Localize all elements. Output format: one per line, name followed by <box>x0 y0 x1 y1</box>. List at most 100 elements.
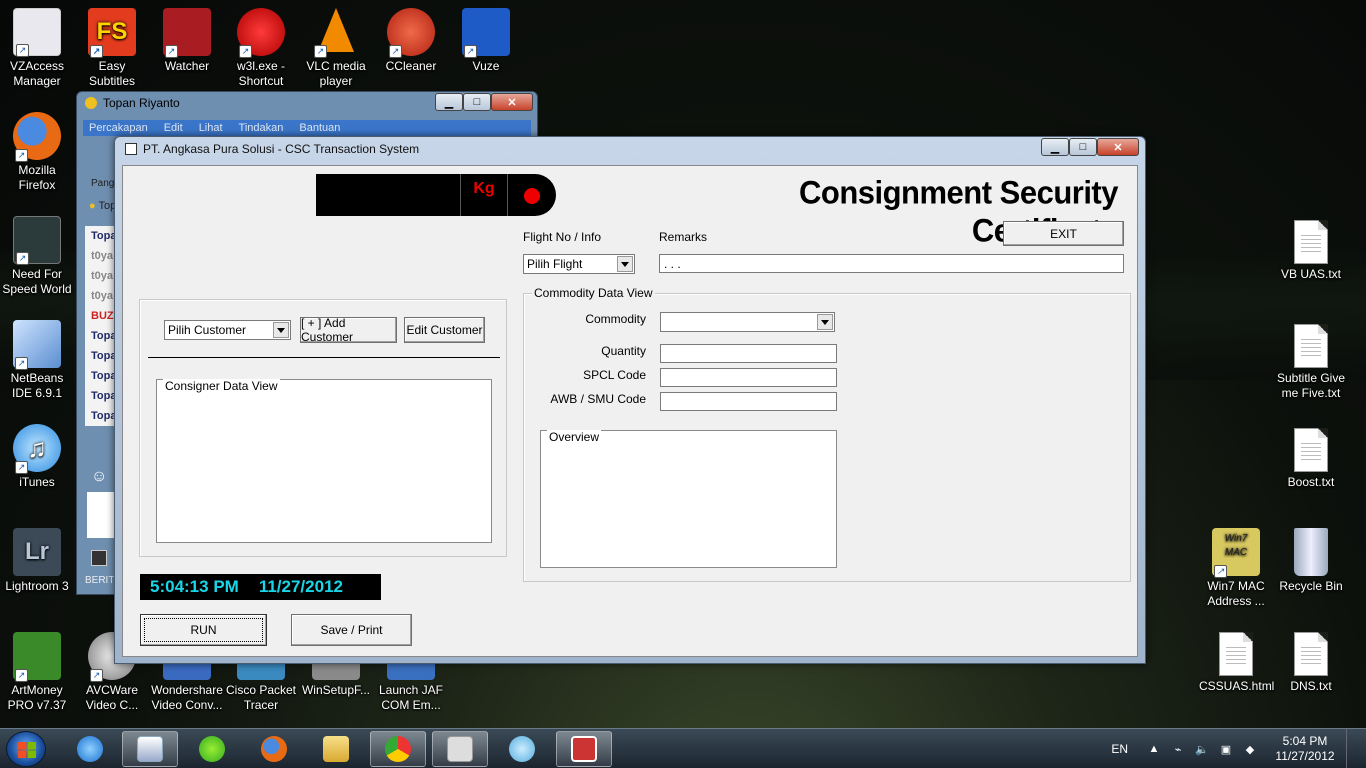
app-window-controls: ▁ □ ✕ <box>1041 138 1139 156</box>
minimize-button[interactable]: ▁ <box>1041 138 1069 156</box>
commodity-group-label: Commodity Data View <box>532 286 655 300</box>
volume-icon[interactable]: 🔈 <box>1195 742 1209 756</box>
tray-clock[interactable]: 5:04 PM 11/27/2012 <box>1270 734 1340 764</box>
desktop-icon-itunes[interactable]: ♫ ↗ iTunes <box>0 424 74 490</box>
taskbar-snipping-tool[interactable] <box>432 731 488 767</box>
desktop-icon-artmoney[interactable]: ↗ ArtMoney PRO v7.37 <box>0 632 74 713</box>
chat-input[interactable] <box>87 492 117 538</box>
usb-icon[interactable]: ⌁ <box>1171 742 1185 756</box>
desktop-file-boost[interactable]: Boost.txt <box>1274 428 1348 490</box>
icon-label: Watcher <box>164 59 210 73</box>
icon-label: CSSUAS.html <box>1199 679 1275 693</box>
taskbar-firefox[interactable] <box>246 731 302 767</box>
desktop-icon-w3l[interactable]: ↗ w3l.exe - Shortcut <box>224 8 298 89</box>
desktop-icon-easy-subtitles[interactable]: FS↗Easy Subtitles Synchronizer <box>75 8 149 104</box>
quantity-field[interactable] <box>660 344 837 363</box>
menu-lihat[interactable]: Lihat <box>199 122 223 134</box>
messenger-icon <box>85 97 97 109</box>
desktop-icon-vzaccess[interactable]: ↗ VZAccess Manager <box>0 8 74 89</box>
taskbar-media-player[interactable] <box>122 731 178 767</box>
chat-footer: BERIT <box>85 575 115 586</box>
flight-select[interactable]: Pilih Flight <box>523 254 635 274</box>
netbeans-cube-icon: ↗ <box>13 320 61 370</box>
csc-app-window[interactable]: PT. Angkasa Pura Solusi - CSC Transactio… <box>114 136 1146 664</box>
vlc-cone-icon: ↗ <box>312 8 360 58</box>
desktop-icon-watcher[interactable]: ↗ Watcher <box>150 8 224 74</box>
menu-tindakan[interactable]: Tindakan <box>239 122 284 134</box>
menu-edit[interactable]: Edit <box>164 122 183 134</box>
desktop-file-cssuas[interactable]: CSSUAS.html <box>1199 632 1275 694</box>
chevron-down-icon[interactable] <box>273 322 289 338</box>
icon-label: VLC media player <box>306 59 366 88</box>
nfs-icon: ↗ <box>13 216 61 265</box>
app-title: PT. Angkasa Pura Solusi - CSC Transactio… <box>143 142 420 156</box>
show-hidden-icons-icon[interactable]: ▲ <box>1147 742 1161 756</box>
desktop-icon-vuze[interactable]: ↗ Vuze <box>449 8 523 74</box>
chevron-down-icon[interactable] <box>817 314 833 330</box>
desktop-file-dns[interactable]: DNS.txt <box>1274 632 1348 694</box>
run-button[interactable]: RUN <box>140 614 267 646</box>
emoticon-icon[interactable]: ☺ <box>91 468 107 486</box>
taskbar-cut-the-rope[interactable] <box>184 731 240 767</box>
messenger-icon <box>509 736 535 762</box>
maximize-button[interactable]: □ <box>1069 138 1097 156</box>
icon-label: iTunes <box>19 475 55 489</box>
remarks-field[interactable]: . . . <box>659 254 1124 273</box>
media-icon[interactable] <box>91 550 107 566</box>
menu-bantuan[interactable]: Bantuan <box>299 122 340 134</box>
desktop-file-vb-uas[interactable]: VB UAS.txt <box>1274 220 1348 282</box>
commodity-select[interactable] <box>660 312 835 332</box>
app-titlebar[interactable]: PT. Angkasa Pura Solusi - CSC Transactio… <box>115 137 1145 161</box>
save-print-button[interactable]: Save / Print <box>291 614 412 646</box>
close-button[interactable]: ✕ <box>491 93 533 111</box>
exit-button[interactable]: EXIT <box>1003 221 1124 246</box>
show-desktop-button[interactable] <box>1346 729 1356 768</box>
desktop-icon-nfs-world[interactable]: ↗ Need For Speed World <box>0 216 74 297</box>
taskbar-internet-explorer[interactable] <box>62 731 118 767</box>
menu-percakapan[interactable]: Percakapan <box>89 122 148 134</box>
chrome-icon <box>385 736 411 762</box>
icon-label: Boost.txt <box>1287 475 1335 489</box>
fs-icon: FS ↗ <box>88 8 136 58</box>
desktop-icon-ccleaner[interactable]: ↗ CCleaner <box>374 8 448 74</box>
overview-box[interactable]: Overview <box>540 430 837 568</box>
edit-customer-button[interactable]: Edit Customer <box>404 317 485 343</box>
taskbar-chrome[interactable] <box>370 731 426 767</box>
desktop-icon-lightroom[interactable]: Lr Lightroom 3 <box>0 528 74 594</box>
system-tray: EN ▲ ⌁ 🔈 ▣ ◆ 5:04 PM 11/27/2012 <box>1111 729 1356 768</box>
awb-smu-code-field[interactable] <box>660 392 837 411</box>
add-customer-button[interactable]: [ + ] Add Customer <box>300 316 397 344</box>
consigner-data-view[interactable]: Consigner Data View <box>156 379 492 543</box>
remarks-label: Remarks <box>659 230 708 244</box>
itunes-note-icon: ♫ ↗ <box>13 424 61 474</box>
desktop-icon-firefox[interactable]: ↗ Mozilla Firefox <box>0 112 74 193</box>
start-button[interactable] <box>6 731 46 767</box>
divider <box>148 357 500 358</box>
icon-label: WinSetupF... <box>301 683 371 697</box>
customer-select[interactable]: Pilih Customer <box>164 320 291 340</box>
customer-select-value: Pilih Customer <box>168 323 247 337</box>
language-indicator[interactable]: EN <box>1111 742 1128 756</box>
desktop-icon-netbeans[interactable]: ↗ NetBeans IDE 6.9.1 <box>0 320 74 401</box>
minimize-button[interactable]: ▁ <box>435 93 463 111</box>
taskbar-messenger[interactable] <box>494 731 550 767</box>
close-button[interactable]: ✕ <box>1097 138 1139 156</box>
maximize-button[interactable]: □ <box>463 93 491 111</box>
vzaccess-icon: ↗ <box>13 8 61 57</box>
desktop-file-subtitle[interactable]: Subtitle Give me Five.txt <box>1274 324 1348 401</box>
icon-label: Cisco Packet Tracer <box>225 683 297 712</box>
app-client-area: Kg Consignment Security Certificate EXIT… <box>122 165 1138 657</box>
commodity-panel: Commodity Data View Commodity Quantity S… <box>523 286 1131 582</box>
desktop-icon-recycle-bin[interactable]: Recycle Bin <box>1274 528 1348 594</box>
network-icon[interactable]: ▣ <box>1219 742 1233 756</box>
desktop-icon-vlc[interactable]: ↗ VLC media player <box>299 8 373 89</box>
chevron-down-icon[interactable] <box>617 256 633 272</box>
chat-titlebar[interactable]: Topan Riyanto ▁ □ ✕ <box>77 92 537 114</box>
lightroom-icon: Lr <box>13 528 61 576</box>
spcl-code-field[interactable] <box>660 368 837 387</box>
dropbox-icon[interactable]: ◆ <box>1243 742 1257 756</box>
desktop-icon-win7mac[interactable]: Win7 MAC ↗ Win7 MAC Address ... <box>1199 528 1273 609</box>
taskbar-access-app[interactable] <box>556 731 612 767</box>
media-player-icon <box>137 736 163 762</box>
taskbar-file-explorer[interactable] <box>308 731 364 767</box>
